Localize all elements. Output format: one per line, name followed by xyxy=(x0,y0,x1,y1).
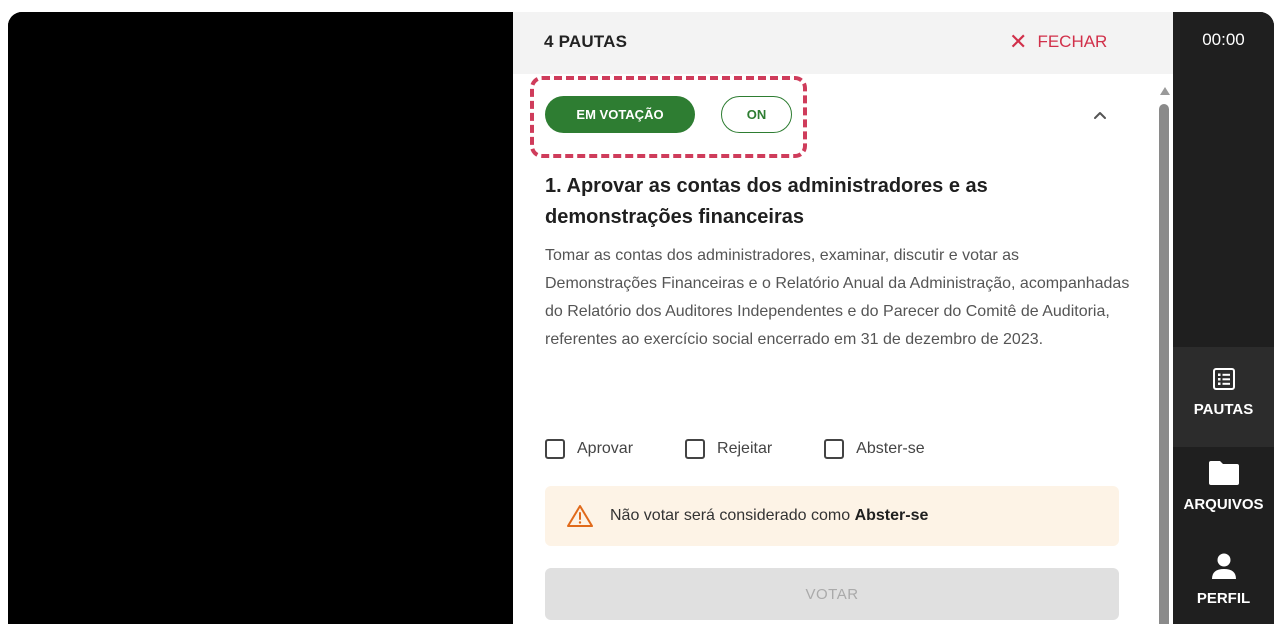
close-label: FECHAR xyxy=(1037,32,1108,51)
warning-emphasis: Abster-se xyxy=(854,507,929,524)
option-reject[interactable]: Rejeitar xyxy=(685,439,772,459)
user-icon xyxy=(1211,553,1236,579)
nav-label-perfil: PERFIL xyxy=(1196,590,1251,607)
panel-title: 4 PAUTAS xyxy=(544,32,628,51)
scrollbar-thumb[interactable] xyxy=(1159,104,1169,624)
live-status-badge: ON xyxy=(721,96,792,133)
warning-message: Não votar será considerado como xyxy=(610,507,851,524)
approve-label: Aprovar xyxy=(577,440,634,457)
nav-item-pautas[interactable]: PAUTAS xyxy=(1173,347,1274,447)
approve-checkbox[interactable] xyxy=(545,439,565,459)
list-icon xyxy=(1212,368,1235,390)
panel-header: 4 PAUTAS ✕ FECHAR xyxy=(513,12,1173,74)
scroll-up-arrow-icon[interactable] xyxy=(1160,87,1170,95)
nav-label-arquivos: ARQUIVOS xyxy=(1183,496,1264,513)
option-abstain[interactable]: Abster-se xyxy=(824,439,925,459)
nav-label-pautas: PAUTAS xyxy=(1193,401,1254,418)
timer: 00:00 xyxy=(1202,30,1245,49)
vote-button[interactable]: VOTAR xyxy=(545,568,1119,620)
right-sidebar: 00:00 PAUTAS ARQUIVOS PERFIL xyxy=(1173,12,1274,624)
warning-banner: Não votar será considerado como Abster-s… xyxy=(545,486,1119,546)
option-approve[interactable]: Aprovar xyxy=(545,439,633,459)
voting-status-badge: EM VOTAÇÃO xyxy=(545,96,695,133)
folder-icon xyxy=(1208,461,1239,485)
warning-icon xyxy=(567,505,593,527)
reject-checkbox[interactable] xyxy=(685,439,706,459)
chevron-up-icon[interactable] xyxy=(1091,106,1109,124)
item-title: 1. Aprovar as contas dos administradores… xyxy=(545,175,988,228)
app-frame: 4 PAUTAS ✕ FECHAR EM VOTAÇÃO ON 1. Aprov… xyxy=(8,12,1274,624)
vote-options: Aprovar Rejeitar Abster-se xyxy=(545,436,977,462)
close-icon: ✕ xyxy=(1009,29,1028,54)
abstain-label: Abster-se xyxy=(856,440,925,457)
nav-item-perfil[interactable]: PERFIL xyxy=(1173,540,1274,624)
reject-label: Rejeitar xyxy=(717,440,773,457)
nav-item-arquivos[interactable]: ARQUIVOS xyxy=(1173,452,1274,527)
warning-text: Não votar será considerado como Abster-s… xyxy=(610,507,928,525)
agenda-item: EM VOTAÇÃO ON 1. Aprovar as contas dos a… xyxy=(513,74,1153,624)
agenda-panel: 4 PAUTAS ✕ FECHAR EM VOTAÇÃO ON 1. Aprov… xyxy=(513,12,1173,624)
abstain-checkbox[interactable] xyxy=(824,439,845,459)
close-button[interactable]: ✕ FECHAR xyxy=(1009,30,1107,54)
video-area xyxy=(8,12,513,624)
scrollbar[interactable] xyxy=(1158,82,1170,624)
item-description: Tomar as contas dos administradores, exa… xyxy=(545,247,1130,348)
